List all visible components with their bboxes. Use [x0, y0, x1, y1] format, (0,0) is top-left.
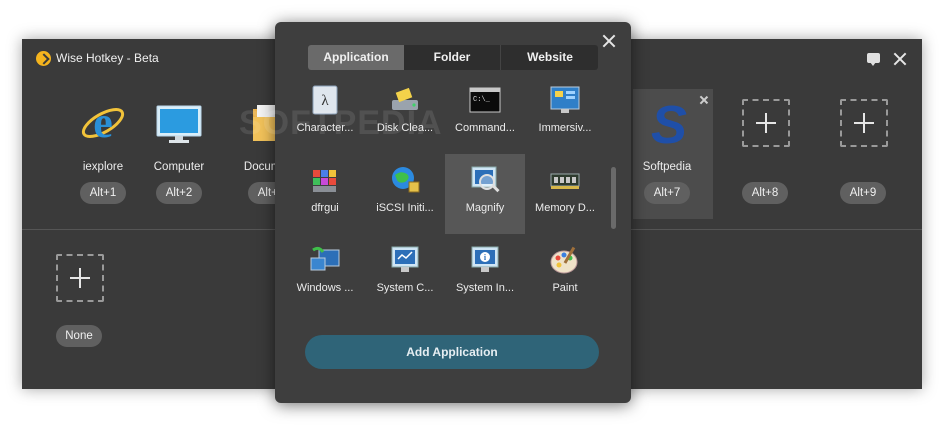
slot-label: Computer — [153, 161, 205, 173]
app-item-system-information[interactable]: i System In... — [445, 234, 525, 314]
app-item-system-config[interactable]: System C... — [365, 234, 445, 314]
svg-text:C:\_: C:\_ — [473, 96, 491, 104]
hotkey-slot-softpedia[interactable]: S Softpedia Alt+7 — [633, 89, 713, 219]
app-label: Windows ... — [296, 282, 354, 294]
command-prompt-icon: C:\_ — [469, 87, 501, 113]
system-info-icon: i — [471, 246, 499, 272]
scrollbar-thumb[interactable] — [611, 167, 616, 229]
window-title: Wise Hotkey - Beta — [56, 51, 159, 65]
add-slot-icon[interactable] — [56, 254, 104, 302]
app-item-dfrgui[interactable]: dfrgui — [285, 154, 365, 234]
app-item-command-prompt[interactable]: C:\_ Command... — [445, 74, 525, 154]
svg-text:S: S — [651, 99, 687, 147]
picker-tabs: Application Folder Website — [308, 45, 598, 70]
close-icon[interactable] — [601, 33, 617, 49]
app-label: iSCSI Initi... — [376, 202, 434, 214]
app-label: dfrgui — [311, 202, 339, 214]
remove-icon[interactable] — [699, 95, 709, 105]
svg-text:e: e — [93, 99, 113, 147]
hotkey-badge[interactable]: Alt+7 — [644, 182, 690, 204]
magnify-icon — [471, 166, 500, 193]
app-item-magnify[interactable]: Magnify — [445, 154, 525, 234]
hotkey-slot-computer[interactable]: Computer Alt+2 — [138, 89, 218, 219]
app-item-windows[interactable]: Windows ... — [285, 234, 365, 314]
hotkey-badge[interactable]: None — [56, 325, 102, 347]
hotkey-badge[interactable]: Alt+8 — [742, 182, 788, 204]
softpedia-logo-icon: S — [651, 99, 687, 147]
app-item-immersive[interactable]: Immersiv... — [525, 74, 605, 154]
app-label: Memory D... — [535, 202, 595, 214]
app-label: Paint — [552, 282, 578, 294]
hotkey-slot-iexplore[interactable]: e iexplore Alt+1 — [62, 89, 142, 219]
hotkey-badge[interactable]: Alt+1 — [80, 182, 126, 204]
hotkey-slot-empty-8[interactable]: Alt+8 — [725, 89, 805, 219]
add-slot-icon[interactable] — [742, 99, 790, 147]
add-slot-icon[interactable] — [840, 99, 888, 147]
app-item-memory-diagnostic[interactable]: Memory D... — [525, 154, 605, 234]
windows-transfer-icon — [310, 246, 340, 271]
add-application-button[interactable]: Add Application — [305, 335, 599, 369]
app-label: Magnify — [465, 202, 505, 214]
defragmenter-icon — [313, 170, 336, 192]
hotkey-badge[interactable]: Alt+9 — [840, 182, 886, 204]
paint-palette-icon — [550, 246, 578, 274]
feedback-icon[interactable] — [866, 51, 882, 67]
hotkey-badge[interactable]: Alt+2 — [156, 182, 202, 204]
app-picker-panel: Application Folder Website λ Character..… — [275, 22, 631, 403]
app-item-iscsi-initiator[interactable]: iSCSI Initi... — [365, 154, 445, 234]
app-label: Immersiv... — [538, 122, 592, 134]
watermark: SOFTPEDIA — [239, 104, 443, 142]
app-label: System C... — [376, 282, 434, 294]
memory-chip-icon — [550, 173, 580, 189]
hotkey-slot-empty-9[interactable]: Alt+9 — [823, 89, 903, 219]
app-logo-icon — [36, 51, 51, 66]
slot-label: Softpedia — [642, 161, 692, 173]
app-item-paint[interactable]: Paint — [525, 234, 605, 314]
control-panel-icon — [550, 86, 580, 113]
tab-website[interactable]: Website — [501, 45, 598, 70]
tab-application[interactable]: Application — [308, 45, 404, 70]
close-icon[interactable] — [892, 51, 908, 67]
tab-folder[interactable]: Folder — [404, 45, 501, 70]
computer-monitor-icon — [156, 105, 202, 143]
slot-label: iexplore — [82, 161, 124, 173]
hotkey-slot-empty-row2[interactable]: None — [39, 244, 119, 374]
internet-explorer-icon: e — [81, 99, 125, 147]
iscsi-globe-icon — [392, 167, 420, 193]
app-label: Command... — [455, 122, 515, 134]
system-config-icon — [391, 246, 419, 272]
app-label: System In... — [455, 282, 515, 294]
